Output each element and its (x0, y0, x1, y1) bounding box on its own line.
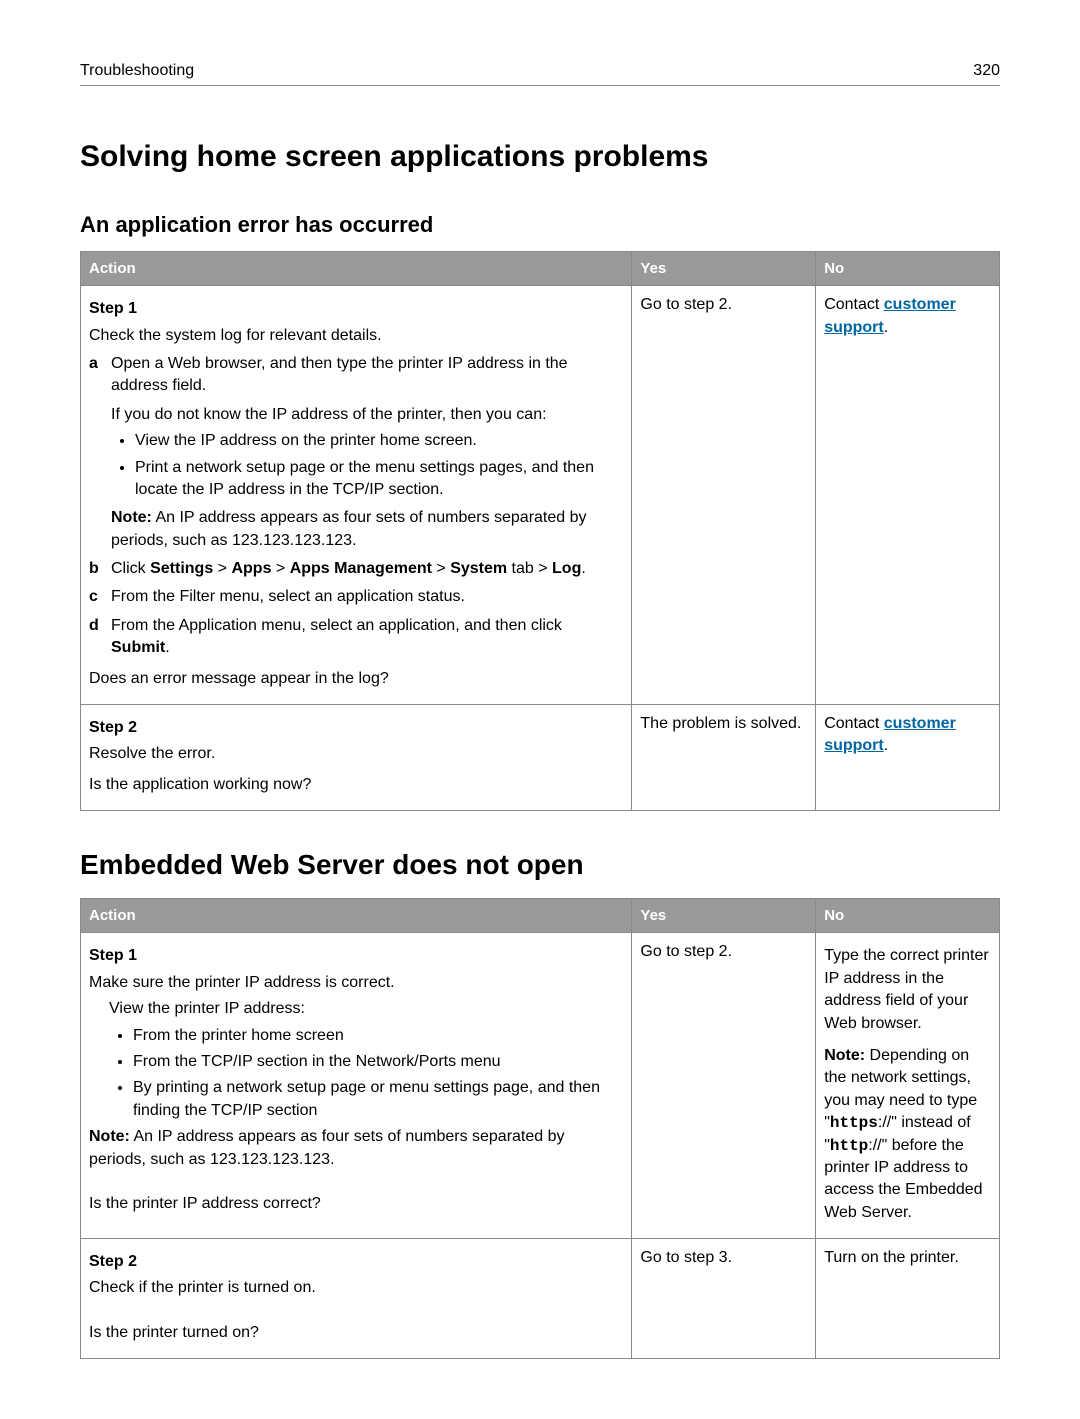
col-action: Action (81, 899, 632, 933)
step-title: Step 2 (89, 717, 623, 739)
list-text: Open a Web browser, and then type the pr… (111, 355, 568, 394)
col-yes: Yes (632, 899, 816, 933)
table-row: Step 2 Resolve the error. Is the applica… (81, 705, 1000, 811)
note: Note: An IP address appears as four sets… (111, 507, 623, 552)
list-item: c From the Filter menu, select an applic… (89, 586, 623, 608)
col-yes: Yes (632, 252, 816, 286)
note: Note: Depending on the network settings,… (824, 1045, 991, 1224)
list-marker-a: a (89, 353, 98, 375)
list-marker-d: d (89, 615, 99, 637)
yes-cell: Go to step 2. (632, 286, 816, 705)
troubleshoot-table-2: Action Yes No Step 1 Make sure the print… (80, 898, 1000, 1359)
col-no: No (816, 252, 1000, 286)
table-row: Step 1 Make sure the printer IP address … (81, 933, 1000, 1239)
col-no: No (816, 899, 1000, 933)
step-intro: Check the system log for relevant detail… (89, 325, 623, 347)
table-row: Step 2 Check if the printer is turned on… (81, 1239, 1000, 1359)
breadcrumb-instruction: Click Settings > Apps > Apps Management … (111, 560, 586, 577)
list-item: b Click Settings > Apps > Apps Managemen… (89, 558, 623, 580)
step-question: Is the printer IP address correct? (89, 1193, 623, 1215)
action-cell: Step 2 Check if the printer is turned on… (81, 1239, 632, 1359)
step-title: Step 1 (89, 298, 623, 320)
col-action: Action (81, 252, 632, 286)
bullet-item: From the printer home screen (133, 1025, 623, 1047)
note: Note: An IP address appears as four sets… (89, 1126, 623, 1171)
header-page-number: 320 (973, 60, 1000, 82)
bullet-item: Print a network setup page or the menu s… (135, 457, 623, 502)
sub-intro: If you do not know the IP address of the… (111, 404, 623, 426)
sub-intro: View the printer IP address: (109, 998, 623, 1020)
step-question: Does an error message appear in the log? (89, 668, 623, 690)
list-item: d From the Application menu, select an a… (89, 615, 623, 660)
bullet-item: View the IP address on the printer home … (135, 430, 623, 452)
yes-cell: Go to step 2. (632, 933, 816, 1239)
yes-cell: Go to step 3. (632, 1239, 816, 1359)
page-title: Solving home screen applications problem… (80, 136, 1000, 178)
step-title: Step 1 (89, 945, 623, 967)
header-left: Troubleshooting (80, 60, 194, 82)
step-body: Resolve the error. (89, 743, 623, 765)
bullet-item: From the TCP/IP section in the Network/P… (133, 1051, 623, 1073)
no-instruction: Type the correct printer IP address in t… (824, 945, 991, 1035)
no-cell: Turn on the printer. (816, 1239, 1000, 1359)
list-item: a Open a Web browser, and then type the … (89, 353, 623, 552)
step-body: Check if the printer is turned on. (89, 1277, 623, 1299)
action-cell: Step 1 Make sure the printer IP address … (81, 933, 632, 1239)
list-text: From the Application menu, select an app… (111, 617, 562, 656)
yes-cell: The problem is solved. (632, 705, 816, 811)
no-cell: Contact customer support. (816, 705, 1000, 811)
action-cell: Step 2 Resolve the error. Is the applica… (81, 705, 632, 811)
step-question: Is the application working now? (89, 774, 623, 796)
no-cell: Type the correct printer IP address in t… (816, 933, 1000, 1239)
bullet-item: By printing a network setup page or menu… (133, 1077, 623, 1122)
step-title: Step 2 (89, 1251, 623, 1273)
table-row: Step 1 Check the system log for relevant… (81, 286, 1000, 705)
step-question: Is the printer turned on? (89, 1322, 623, 1344)
subheading-application-error: An application error has occurred (80, 210, 1000, 241)
no-cell: Contact customer support. (816, 286, 1000, 705)
step-intro: Make sure the printer IP address is corr… (89, 972, 623, 994)
troubleshoot-table-1: Action Yes No Step 1 Check the system lo… (80, 251, 1000, 811)
action-cell: Step 1 Check the system log for relevant… (81, 286, 632, 705)
list-marker-b: b (89, 558, 99, 580)
list-marker-c: c (89, 586, 98, 608)
section-title-ews: Embedded Web Server does not open (80, 845, 1000, 884)
page-header: Troubleshooting 320 (80, 60, 1000, 86)
list-text: From the Filter menu, select an applicat… (111, 588, 465, 605)
